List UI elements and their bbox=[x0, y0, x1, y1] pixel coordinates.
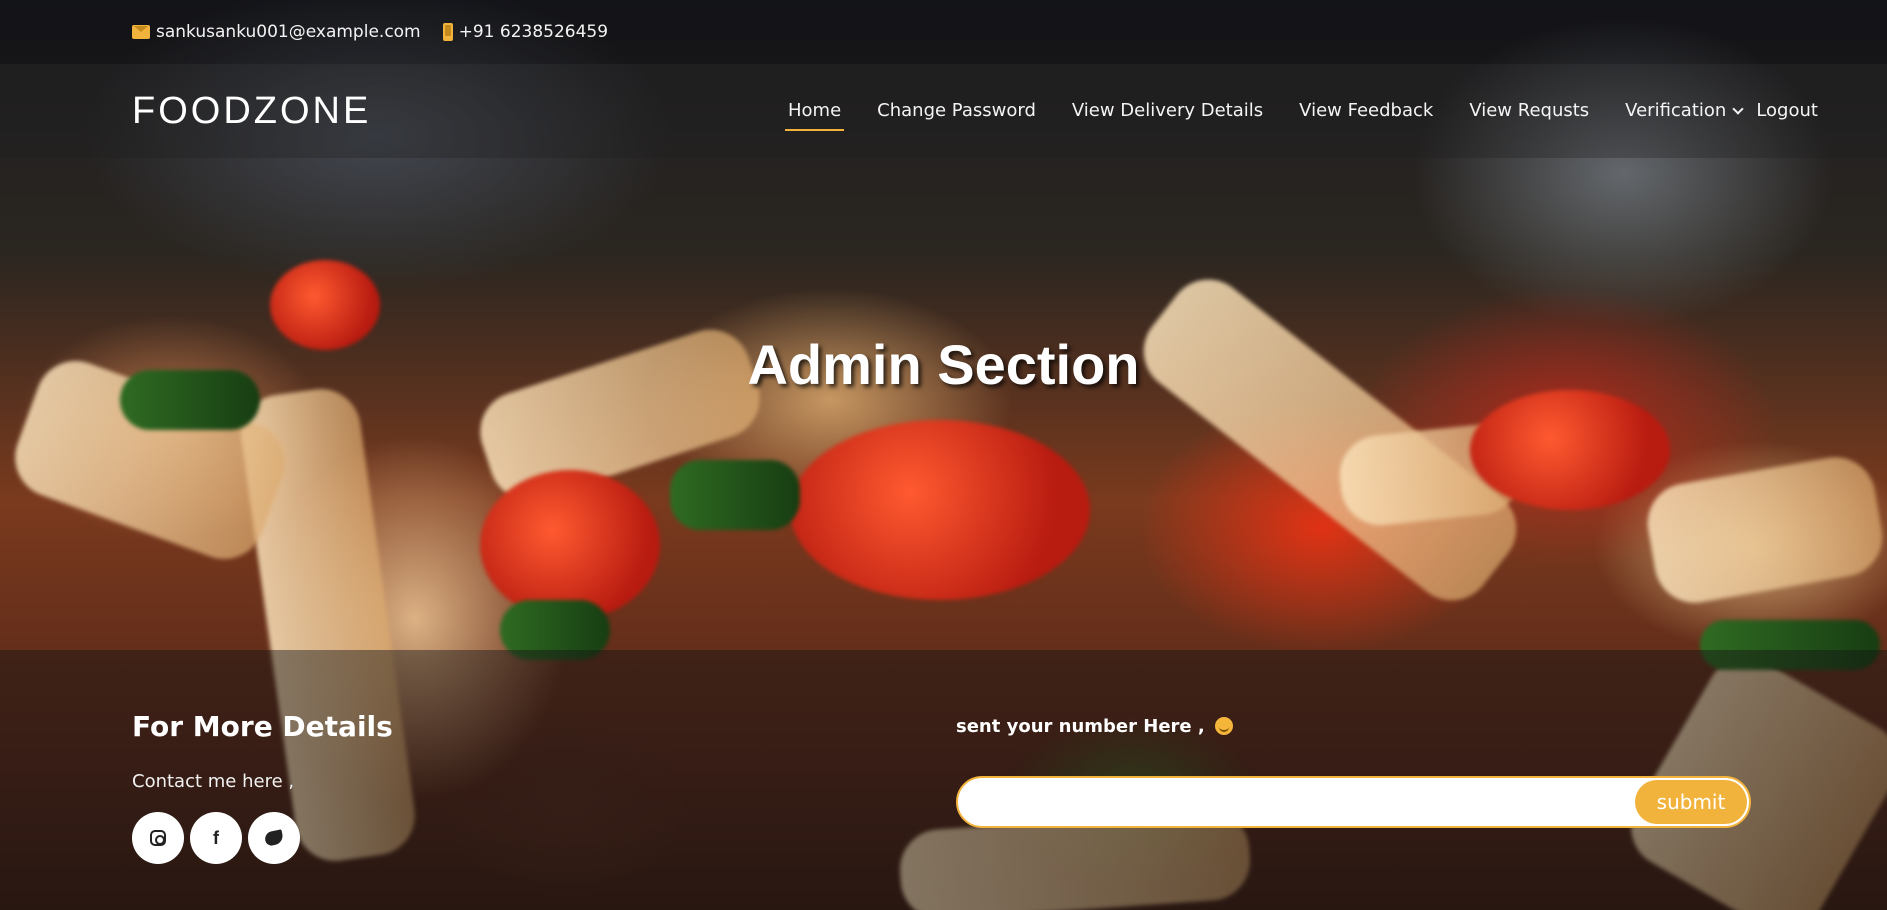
smiley-icon bbox=[1215, 717, 1234, 735]
nav-link-logout[interactable]: Logout bbox=[1756, 100, 1818, 121]
page-title-text: Admin Section bbox=[747, 333, 1140, 396]
footer-heading: For More Details bbox=[132, 710, 393, 743]
twitter-icon bbox=[263, 829, 285, 847]
envelope-icon bbox=[132, 25, 150, 39]
chevron-down-icon bbox=[1732, 102, 1744, 115]
top-info-bar: sankusanku001@example.com +91 6238526459 bbox=[0, 0, 1887, 64]
instagram-button[interactable] bbox=[132, 812, 184, 864]
nav-link-view-requests[interactable]: View Requsts bbox=[1469, 100, 1589, 121]
phone-number-input[interactable] bbox=[976, 778, 1576, 826]
social-links: f bbox=[132, 812, 306, 864]
footer-contact-text: Contact me here , bbox=[132, 771, 295, 792]
nav-link-home[interactable]: Home bbox=[784, 100, 845, 131]
nav-verification-label: Verification bbox=[1625, 100, 1727, 121]
nav-menu: Home Change Password View Delivery Detai… bbox=[784, 100, 1854, 131]
brand-logo[interactable]: FOODZONE bbox=[132, 90, 371, 133]
email-text[interactable]: sankusanku001@example.com bbox=[156, 22, 421, 42]
nav-link-view-feedback[interactable]: View Feedback bbox=[1299, 100, 1433, 121]
facebook-button[interactable]: f bbox=[190, 812, 242, 864]
nav-link-view-delivery-details[interactable]: View Delivery Details bbox=[1072, 100, 1263, 121]
twitter-button[interactable] bbox=[248, 812, 300, 864]
footer-section: For More Details Contact me here , f sen… bbox=[0, 650, 1887, 910]
page-title: Admin Section bbox=[0, 332, 1887, 397]
phone-contact[interactable]: +91 6238526459 bbox=[442, 22, 608, 42]
instagram-icon bbox=[150, 830, 166, 846]
mobile-phone-icon bbox=[442, 23, 453, 41]
facebook-icon: f bbox=[213, 827, 219, 848]
submit-button[interactable]: submit bbox=[1635, 780, 1747, 824]
main-navbar: FOODZONE Home Change Password View Deliv… bbox=[0, 64, 1887, 158]
number-submit-form: submit bbox=[956, 776, 1751, 828]
nav-link-change-password[interactable]: Change Password bbox=[877, 100, 1036, 121]
newsletter-label: sent your number Here , bbox=[956, 716, 1234, 737]
newsletter-label-text: sent your number Here , bbox=[956, 716, 1205, 737]
email-contact[interactable]: sankusanku001@example.com bbox=[132, 22, 421, 42]
phone-text[interactable]: +91 6238526459 bbox=[459, 22, 608, 42]
nav-dropdown-verification[interactable]: Verification bbox=[1625, 100, 1744, 121]
